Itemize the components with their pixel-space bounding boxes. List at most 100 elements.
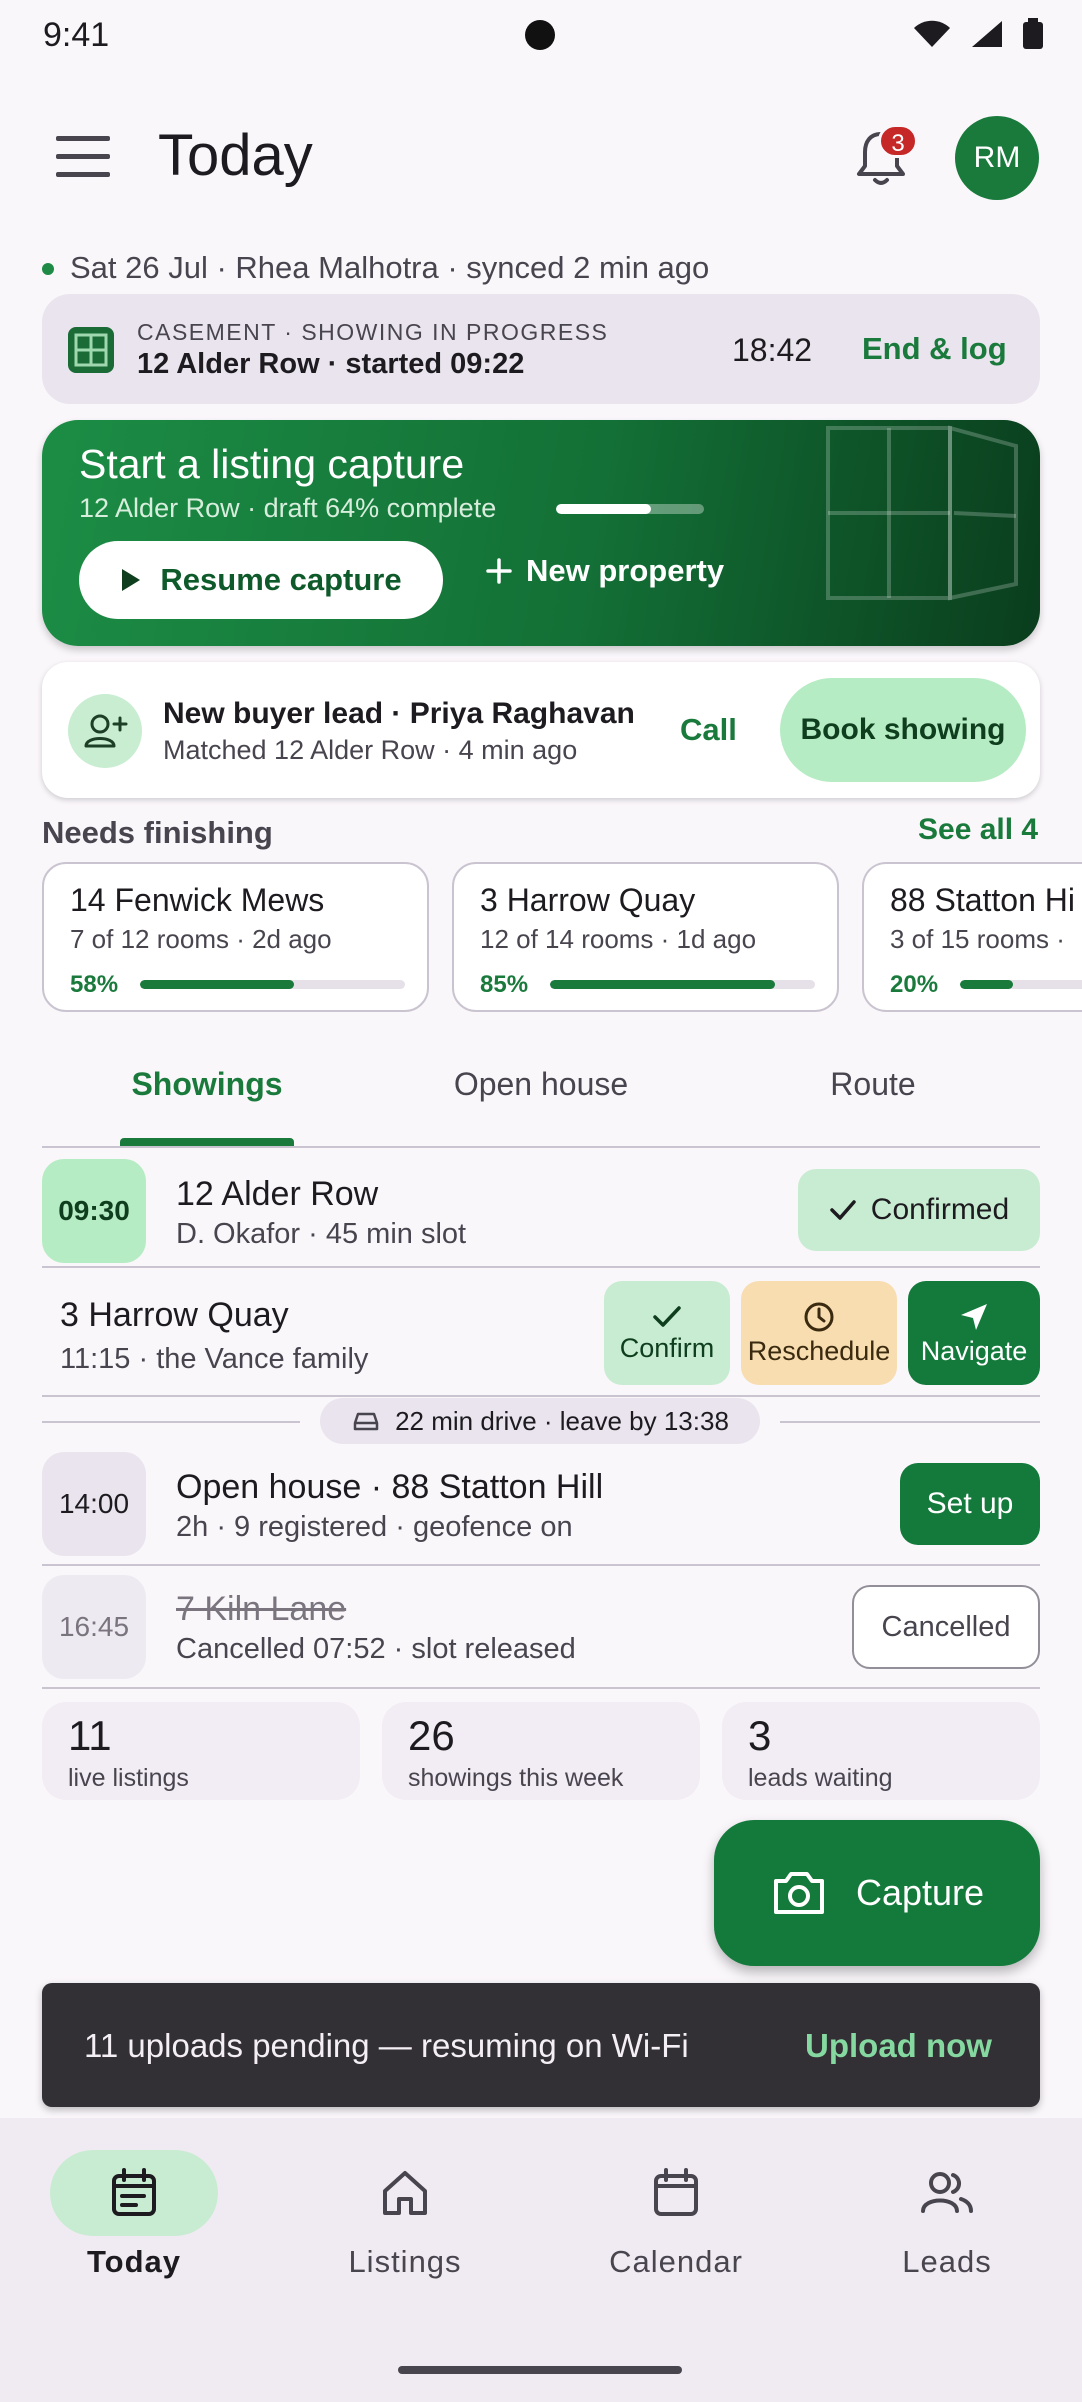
today-calendar-icon bbox=[112, 2168, 156, 2216]
draft-progress-bar bbox=[960, 980, 1082, 989]
draft-card[interactable]: 14 Fenwick Mews 7 of 12 rooms · 2d ago 5… bbox=[42, 862, 429, 1012]
menu-icon[interactable] bbox=[52, 132, 114, 182]
showing-subtitle: 2h · 9 registered · geofence on bbox=[176, 1511, 573, 1543]
nav-today[interactable]: Today bbox=[24, 2150, 244, 2290]
stat-card[interactable]: 3 leads waiting bbox=[722, 1702, 1040, 1800]
reschedule-label: Reschedule bbox=[747, 1335, 891, 1366]
cancelled-status[interactable]: Cancelled bbox=[852, 1585, 1040, 1669]
draft-name: 88 Statton Hi bbox=[890, 882, 1075, 918]
capture-title: Start a listing capture bbox=[79, 441, 465, 487]
draft-percent: 20% bbox=[890, 971, 939, 998]
lead-title: New buyer lead · Priya Raghavan bbox=[163, 697, 635, 730]
see-all-button[interactable]: See all 4 bbox=[918, 813, 1038, 847]
add-person-icon bbox=[68, 694, 142, 768]
capture-subtitle: 12 Alder Row · draft 64% complete bbox=[79, 493, 497, 523]
sync-status-text: Sat 26 Jul · Rhea Malhotra · synced 2 mi… bbox=[70, 250, 710, 285]
camera-icon bbox=[773, 1872, 824, 1914]
draft-progress-fill bbox=[550, 980, 776, 989]
set-up-button[interactable]: Set up bbox=[900, 1463, 1040, 1545]
resume-capture-button[interactable]: Resume capture bbox=[79, 541, 443, 619]
notification-badge: 3 bbox=[878, 124, 918, 158]
people-icon bbox=[921, 2172, 973, 2213]
upload-now-button[interactable]: Upload now bbox=[805, 2027, 992, 2065]
check-icon bbox=[653, 1305, 681, 1327]
stat-value: 3 bbox=[748, 1712, 772, 1759]
confirm-label: Confirm bbox=[619, 1332, 715, 1363]
play-icon bbox=[122, 569, 141, 591]
showing-subtitle: 11:15 · the Vance family bbox=[60, 1343, 369, 1375]
draft-progress-fill bbox=[960, 980, 1013, 989]
new-property-label: New property bbox=[526, 553, 725, 588]
status-icons bbox=[912, 18, 1044, 50]
plus-icon bbox=[486, 558, 512, 584]
time-chip: 14:00 bbox=[42, 1452, 146, 1556]
draft-name: 3 Harrow Quay bbox=[480, 882, 696, 918]
home-icon bbox=[383, 2171, 427, 2215]
showing-subtitle: Cancelled 07:52 · slot released bbox=[176, 1633, 576, 1665]
stat-label: showings this week bbox=[408, 1764, 624, 1792]
stat-card[interactable]: 26 showings this week bbox=[382, 1702, 700, 1800]
page-title: Today bbox=[158, 123, 313, 188]
capture-fab-label: Capture bbox=[855, 1872, 985, 1913]
draft-progress-bar bbox=[140, 980, 405, 989]
nav-label: Listings bbox=[348, 2244, 462, 2279]
confirmed-status[interactable]: Confirmed bbox=[798, 1169, 1040, 1251]
row-divider bbox=[42, 1564, 1040, 1566]
car-icon bbox=[353, 1412, 379, 1431]
stat-value: 11 bbox=[68, 1712, 112, 1759]
draft-progress-bar bbox=[550, 980, 815, 989]
home-indicator[interactable] bbox=[398, 2366, 682, 2374]
row-divider bbox=[42, 1266, 1040, 1268]
nav-leads[interactable]: Leads bbox=[837, 2150, 1057, 2290]
draft-meta: 3 of 15 rooms · bbox=[890, 924, 1065, 954]
window-illustration-icon bbox=[826, 425, 1018, 601]
draft-meta: 12 of 14 rooms · 1d ago bbox=[480, 924, 757, 954]
row-divider bbox=[42, 1687, 1040, 1689]
showing-title[interactable]: 12 Alder Row bbox=[176, 1175, 378, 1214]
stat-label: live listings bbox=[68, 1764, 189, 1792]
lead-subtitle: Matched 12 Alder Row · 4 min ago bbox=[163, 735, 578, 765]
clock-icon bbox=[804, 1302, 834, 1331]
draft-progress-bar bbox=[556, 504, 704, 514]
sync-status-dot bbox=[42, 263, 54, 275]
nav-label: Calendar bbox=[609, 2244, 743, 2279]
draft-card[interactable]: 88 Statton Hi 3 of 15 rooms · 20% bbox=[862, 862, 1082, 1012]
tab-showings[interactable]: Showings bbox=[80, 1066, 334, 1103]
battery-icon bbox=[1023, 18, 1043, 49]
signal-icon bbox=[972, 21, 1002, 47]
draft-percent: 58% bbox=[70, 971, 119, 998]
navigation-arrow-icon bbox=[961, 1303, 987, 1330]
drive-time-label: 22 min drive · leave by 13:38 bbox=[395, 1405, 729, 1436]
new-property-button[interactable]: New property bbox=[486, 553, 724, 589]
time-chip: 09:30 bbox=[42, 1159, 146, 1263]
showing-title[interactable]: 7 Kiln Lane bbox=[176, 1590, 346, 1629]
banner-kicker: CASEMENT · SHOWING IN PROGRESS bbox=[137, 319, 609, 345]
book-showing-button[interactable]: Book showing bbox=[780, 678, 1026, 782]
status-time: 9:41 bbox=[43, 16, 110, 54]
navigate-button[interactable]: Navigate bbox=[908, 1281, 1040, 1385]
drive-time-chip: 22 min drive · leave by 13:38 bbox=[320, 1398, 760, 1444]
reschedule-button[interactable]: Reschedule bbox=[741, 1281, 897, 1385]
showing-title[interactable]: 3 Harrow Quay bbox=[60, 1296, 289, 1335]
nav-calendar[interactable]: Calendar bbox=[566, 2150, 786, 2290]
drive-line bbox=[42, 1421, 300, 1423]
tab-open-house[interactable]: Open house bbox=[414, 1066, 668, 1103]
nav-listings[interactable]: Listings bbox=[295, 2150, 515, 2290]
tab-route[interactable]: Route bbox=[746, 1066, 1000, 1103]
nav-label: Leads bbox=[902, 2244, 992, 2279]
showing-subtitle: D. Okafor · 45 min slot bbox=[176, 1218, 467, 1250]
stat-card[interactable]: 11 live listings bbox=[42, 1702, 360, 1800]
avatar[interactable]: RM bbox=[955, 116, 1039, 200]
draft-card[interactable]: 3 Harrow Quay 12 of 14 rooms · 1d ago 85… bbox=[452, 862, 839, 1012]
showing-title[interactable]: Open house · 88 Statton Hill bbox=[176, 1468, 603, 1507]
wifi-icon bbox=[914, 20, 950, 47]
call-button[interactable]: Call bbox=[680, 712, 737, 748]
draft-progress-fill bbox=[140, 980, 294, 989]
confirm-button[interactable]: Confirm bbox=[604, 1281, 730, 1385]
end-and-log-button[interactable]: End & log bbox=[862, 331, 1007, 367]
casement-logo-icon bbox=[68, 327, 114, 373]
navigate-label: Navigate bbox=[920, 1335, 1028, 1366]
capture-fab[interactable]: Capture bbox=[714, 1820, 1040, 1966]
tab-divider bbox=[42, 1146, 1040, 1148]
stat-value: 26 bbox=[408, 1712, 455, 1759]
